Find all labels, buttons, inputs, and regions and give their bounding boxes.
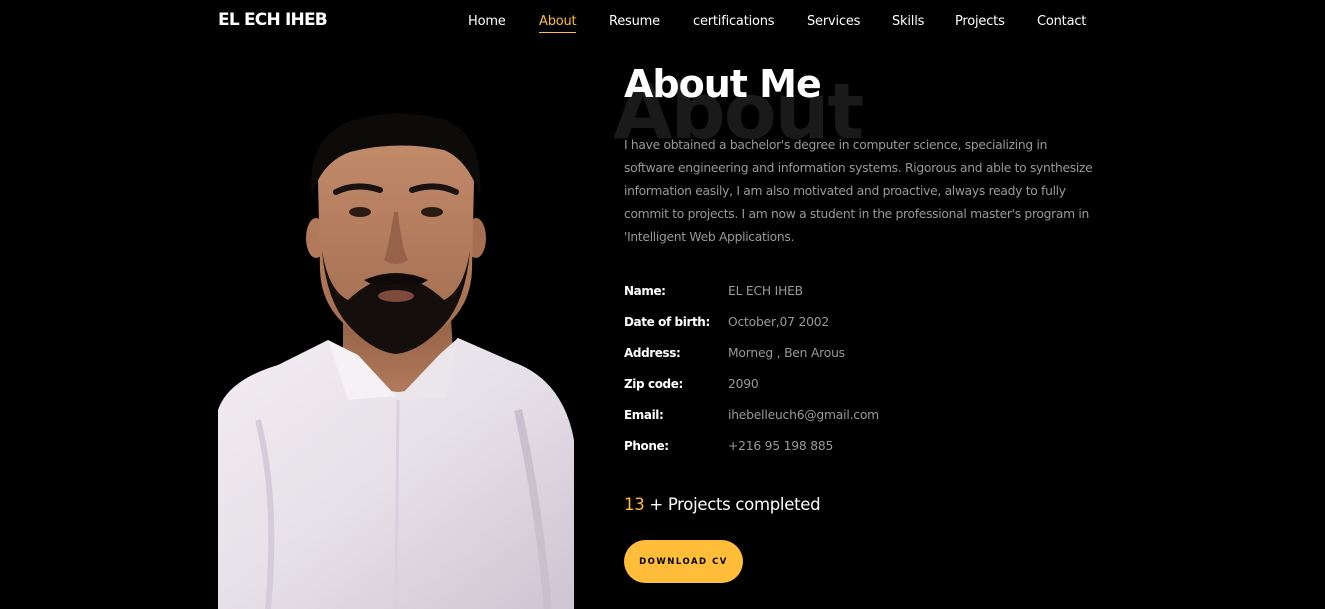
- nav-services[interactable]: Services: [807, 13, 860, 30]
- info-row-birth: Date of birth: October,07 2002: [624, 315, 1104, 346]
- info-list: Name: EL ECH IHEB Date of birth: October…: [624, 284, 1104, 470]
- info-row-address: Address: Morneg , Ben Arous: [624, 346, 1104, 377]
- nav-projects[interactable]: Projects: [955, 13, 1005, 30]
- projects-count: 13: [624, 495, 645, 514]
- info-label: Phone:: [624, 439, 669, 453]
- nav-home[interactable]: Home: [468, 13, 506, 30]
- info-row-zip: Zip code: 2090: [624, 377, 1104, 408]
- brand-logo[interactable]: EL ECH IHEB: [218, 10, 328, 30]
- info-value: EL ECH IHEB: [728, 284, 803, 298]
- info-value: 2090: [728, 377, 759, 391]
- projects-count-label: + Projects completed: [644, 495, 821, 514]
- nav-resume[interactable]: Resume: [609, 13, 660, 30]
- nav-about[interactable]: About: [539, 13, 577, 33]
- nav-skills[interactable]: Skills: [892, 13, 924, 30]
- page-title: About Me: [624, 62, 822, 106]
- info-value: October,07 2002: [728, 315, 829, 329]
- info-value: +216 95 198 885: [728, 439, 834, 453]
- info-row-phone: Phone: +216 95 198 885: [624, 439, 1104, 470]
- bio-text: I have obtained a bachelor's degree in c…: [624, 138, 1093, 244]
- info-label: Zip code:: [624, 377, 683, 391]
- nav-certifications[interactable]: certifications: [693, 13, 775, 30]
- info-label: Name:: [624, 284, 666, 298]
- nav-contact[interactable]: Contact: [1037, 13, 1086, 30]
- navbar: EL ECH IHEB Home About Resume certificat…: [0, 0, 1325, 44]
- profile-photo: [218, 113, 574, 609]
- info-label: Email:: [624, 408, 664, 422]
- info-label: Date of birth:: [624, 315, 710, 329]
- info-label: Address:: [624, 346, 681, 360]
- info-value: Morneg , Ben Arous: [728, 346, 845, 360]
- info-row-name: Name: EL ECH IHEB: [624, 284, 1104, 315]
- info-value: ihebelleuch6@gmail.com: [728, 408, 879, 422]
- projects-counter: 13 + Projects completed: [624, 495, 821, 514]
- download-cv-button[interactable]: DOWNLOAD CV: [624, 540, 743, 583]
- info-row-email: Email: ihebelleuch6@gmail.com: [624, 408, 1104, 439]
